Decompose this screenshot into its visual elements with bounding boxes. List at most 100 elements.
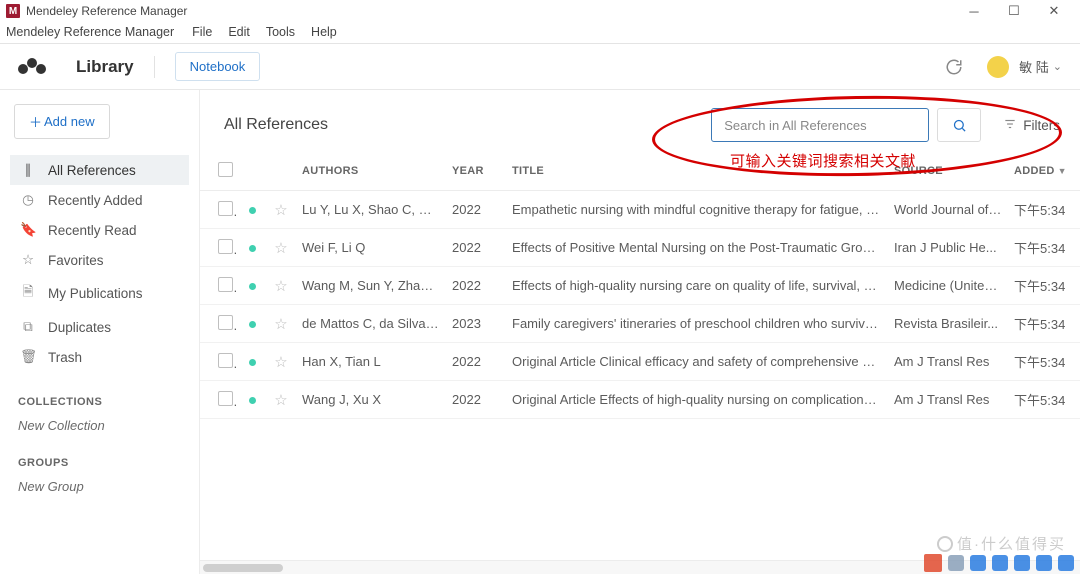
window-maximize-button[interactable]: ☐ xyxy=(994,0,1034,22)
window-close-button[interactable]: ✕ xyxy=(1034,0,1074,22)
tray-icon[interactable] xyxy=(1014,555,1030,571)
nav-label: Favorites xyxy=(48,253,104,268)
sidebar-item-recently-read[interactable]: 🔖Recently Read xyxy=(10,215,189,245)
row-checkbox[interactable] xyxy=(218,391,233,406)
table-row[interactable]: ☆Wang J, Xu X2022Original Article Effect… xyxy=(200,381,1080,419)
scrollbar-thumb[interactable] xyxy=(203,564,283,572)
cell-added: 下午5:34 xyxy=(1008,229,1080,267)
cell-source: Medicine (United... xyxy=(888,267,1008,305)
filter-icon xyxy=(1003,117,1017,134)
row-checkbox[interactable] xyxy=(218,353,233,368)
cell-source: Revista Brasileir... xyxy=(888,305,1008,343)
sidebar-item-my-publications[interactable]: 🗎My Publications xyxy=(10,275,189,312)
cell-year: 2022 xyxy=(446,343,506,381)
sidebar-item-favorites[interactable]: ☆ Favorites xyxy=(10,245,189,275)
row-checkbox[interactable] xyxy=(218,201,233,216)
nav-label: Recently Added xyxy=(48,193,143,208)
table-row[interactable]: ☆Han X, Tian L2022Original Article Clini… xyxy=(200,343,1080,381)
table-row[interactable]: ☆Lu Y, Lu X, Shao C, W...2022Empathetic … xyxy=(200,191,1080,229)
library-label[interactable]: Library xyxy=(76,57,134,77)
divider xyxy=(154,56,155,78)
col-header-authors[interactable]: AUTHORS xyxy=(296,154,446,191)
nav-icon: 🔖 xyxy=(20,222,36,238)
sidebar-item-recently-added[interactable]: ◷Recently Added xyxy=(10,185,189,215)
table-row[interactable]: ☆Wang M, Sun Y, Zhang...2022Effects of h… xyxy=(200,267,1080,305)
favorite-star-icon[interactable]: ☆ xyxy=(274,278,287,295)
favorite-star-icon[interactable]: ☆ xyxy=(274,240,287,257)
tray-icon[interactable] xyxy=(1036,555,1052,571)
unread-dot-icon xyxy=(249,359,256,366)
watermark: 值·什么值得买 xyxy=(937,533,1066,554)
app-header: Library Notebook 敏 陆 ⌄ xyxy=(0,44,1080,90)
col-header-added[interactable]: ADDED▼ xyxy=(1008,154,1080,191)
favorite-star-icon[interactable]: ☆ xyxy=(274,354,287,371)
mendeley-glyph-icon xyxy=(18,58,46,76)
tray-icon[interactable] xyxy=(924,554,942,572)
content-header: All References Filters xyxy=(200,90,1080,154)
favorite-star-icon[interactable]: ☆ xyxy=(274,202,287,219)
nav-icon: ☆ xyxy=(20,252,36,268)
groups-heading: GROUPS xyxy=(18,457,189,469)
tray-icon[interactable] xyxy=(948,555,964,571)
sidebar-item-trash[interactable]: 🗑 Trash xyxy=(10,342,189,372)
menubar-app-name: Mendeley Reference Manager xyxy=(6,25,174,39)
add-new-button[interactable]: ＋ Add new xyxy=(14,104,110,139)
table-header-row: AUTHORS YEAR TITLE SOURCE ADDED▼ xyxy=(200,154,1080,191)
col-header-year[interactable]: YEAR xyxy=(446,154,506,191)
sidebar-item-duplicates[interactable]: ⧉Duplicates xyxy=(10,312,189,342)
notebook-button[interactable]: Notebook xyxy=(175,52,261,81)
unread-dot-icon xyxy=(249,207,256,214)
row-checkbox[interactable] xyxy=(218,315,233,330)
table-row[interactable]: ☆de Mattos C, da Silva L...2023Family ca… xyxy=(200,305,1080,343)
watermark-logo-icon xyxy=(937,536,953,552)
cell-source: World Journal of ... xyxy=(888,191,1008,229)
menu-help[interactable]: Help xyxy=(305,23,343,41)
nav-label: All References xyxy=(48,163,136,178)
nav-label: Trash xyxy=(48,350,82,365)
tray-icon[interactable] xyxy=(992,555,1008,571)
favorite-star-icon[interactable]: ☆ xyxy=(274,316,287,333)
nav-icon: ⧉ xyxy=(20,319,36,335)
user-menu-chevron-icon[interactable]: ⌄ xyxy=(1053,60,1062,73)
select-all-checkbox[interactable] xyxy=(218,162,233,177)
unread-dot-icon xyxy=(249,245,256,252)
col-header-title[interactable]: TITLE xyxy=(506,154,888,191)
sync-icon[interactable] xyxy=(945,58,963,76)
cell-added: 下午5:34 xyxy=(1008,343,1080,381)
username-label[interactable]: 敏 陆 xyxy=(1019,57,1049,76)
menu-file[interactable]: File xyxy=(186,23,218,41)
mendeley-logo-icon: M xyxy=(6,4,20,18)
cell-source: Am J Transl Res xyxy=(888,343,1008,381)
row-checkbox[interactable] xyxy=(218,239,233,254)
nav-icon: 🗑 xyxy=(20,349,36,365)
row-checkbox[interactable] xyxy=(218,277,233,292)
menu-edit[interactable]: Edit xyxy=(222,23,256,41)
window-minimize-button[interactable]: ─ xyxy=(954,0,994,22)
tray-icon[interactable] xyxy=(1058,555,1074,571)
collections-heading: COLLECTIONS xyxy=(18,396,189,408)
tray-icon[interactable] xyxy=(970,555,986,571)
cell-year: 2023 xyxy=(446,305,506,343)
menubar: Mendeley Reference Manager File Edit Too… xyxy=(0,22,1080,44)
unread-dot-icon xyxy=(249,283,256,290)
cell-added: 下午5:34 xyxy=(1008,267,1080,305)
cell-authors: Wang M, Sun Y, Zhang... xyxy=(296,267,446,305)
cell-title: Original Article Effects of high-quality… xyxy=(506,381,888,419)
user-avatar[interactable] xyxy=(987,56,1009,78)
nav-label: My Publications xyxy=(48,286,143,301)
new-group-link[interactable]: New Group xyxy=(18,479,189,494)
sidebar: ＋ Add new ∥All References◷Recently Added… xyxy=(0,90,200,574)
search-button[interactable] xyxy=(937,108,981,142)
window-title: Mendeley Reference Manager xyxy=(26,4,187,18)
search-input[interactable] xyxy=(711,108,929,142)
sidebar-item-all-references[interactable]: ∥All References xyxy=(10,155,189,185)
col-header-source[interactable]: SOURCE xyxy=(888,154,1008,191)
new-collection-link[interactable]: New Collection xyxy=(18,418,189,433)
filters-button[interactable]: Filters xyxy=(1003,117,1060,134)
table-row[interactable]: ☆Wei F, Li Q2022Effects of Positive Ment… xyxy=(200,229,1080,267)
cell-added: 下午5:34 xyxy=(1008,381,1080,419)
favorite-star-icon[interactable]: ☆ xyxy=(274,392,287,409)
content-pane: All References Filters 可输入关键词搜索相关文献 xyxy=(200,90,1080,574)
menu-tools[interactable]: Tools xyxy=(260,23,301,41)
sidebar-nav: ∥All References◷Recently Added🔖Recently … xyxy=(10,155,189,372)
